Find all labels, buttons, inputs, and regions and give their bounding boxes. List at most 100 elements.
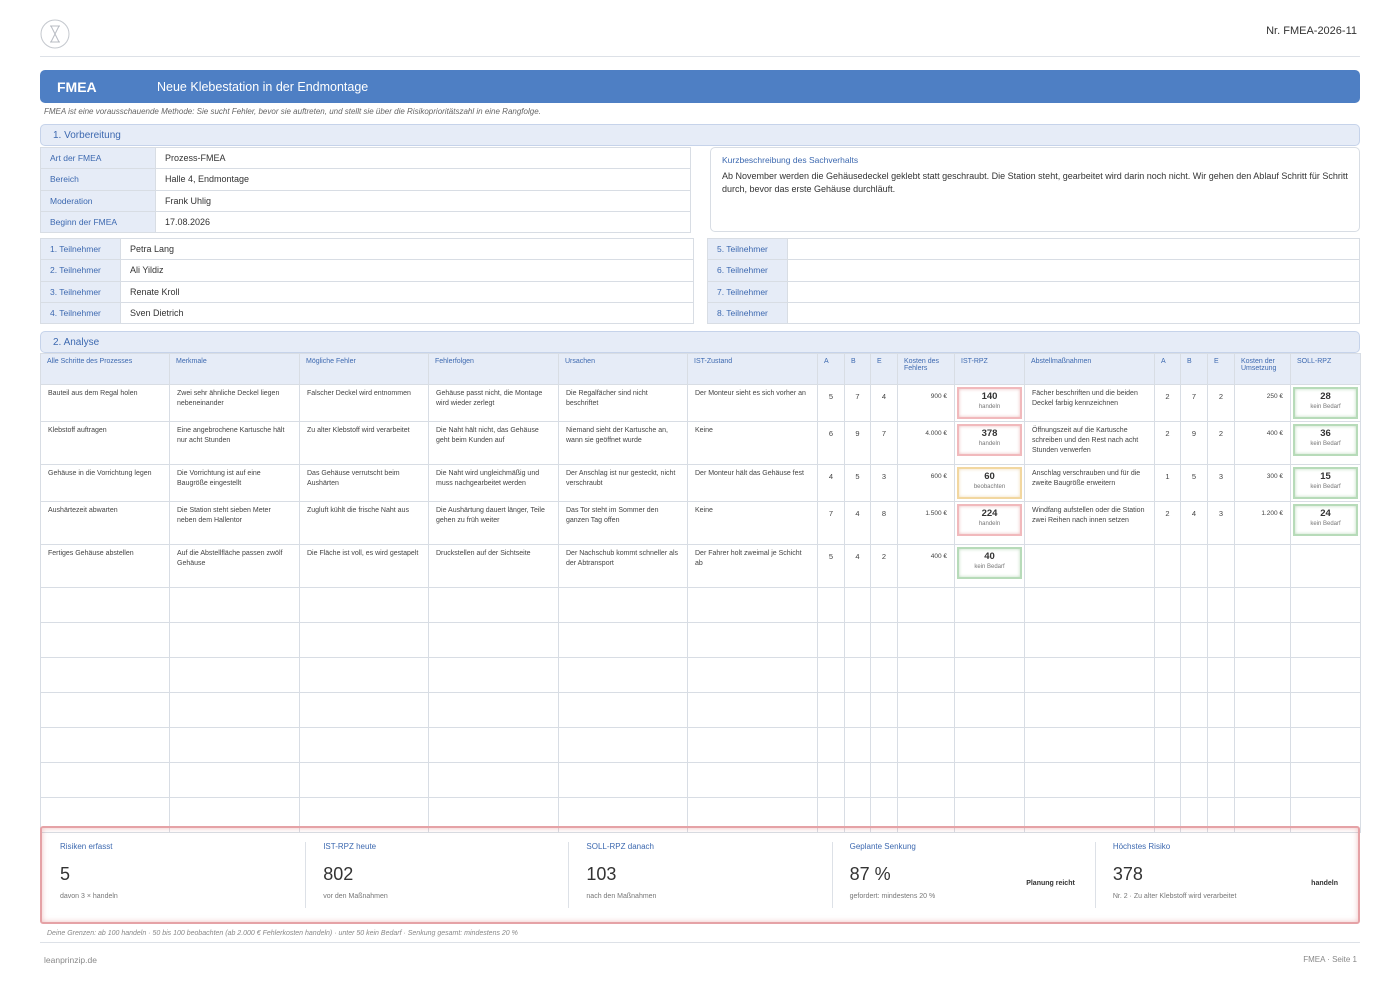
effect-cell[interactable]: Gehäuse passt nicht, die Montage wird wi… [428,384,559,422]
empty-cell[interactable] [897,622,955,658]
failure-cell[interactable]: Die Fläche ist voll, es wird gestapelt [299,544,429,588]
occurrence-after-cell[interactable]: 2 [1154,384,1181,422]
current-state-cell[interactable]: Keine [687,501,818,545]
severity-cell[interactable]: 5 [844,464,871,502]
effect-cell[interactable]: Die Naht wird ungleichmäßig und muss nac… [428,464,559,502]
empty-cell[interactable] [1290,727,1361,763]
feature-cell[interactable]: Die Station steht sieben Meter neben dem… [169,501,300,545]
occurrence-cell[interactable]: 5 [817,544,845,588]
empty-cell[interactable] [299,657,429,693]
detection-after-cell[interactable]: 3 [1207,501,1235,545]
empty-cell[interactable] [1234,762,1291,798]
empty-cell[interactable] [558,587,688,623]
severity-cell[interactable]: 4 [844,501,871,545]
empty-cell[interactable] [1024,762,1155,798]
participant-value[interactable]: Petra Lang [120,237,694,261]
empty-cell[interactable] [40,587,170,623]
empty-cell[interactable] [1024,587,1155,623]
empty-cell[interactable] [897,727,955,763]
empty-cell[interactable] [40,657,170,693]
empty-cell[interactable] [428,692,559,728]
empty-cell[interactable] [1234,657,1291,693]
step-cell[interactable]: Bauteil aus dem Regal holen [40,384,170,422]
empty-cell[interactable] [1024,692,1155,728]
soll-rpz-cell[interactable]: 24 kein Bedarf [1290,501,1361,545]
ist-rpz-cell[interactable]: 140 handeln [954,384,1025,422]
empty-cell[interactable] [1180,692,1208,728]
empty-cell[interactable] [954,587,1025,623]
empty-cell[interactable] [844,692,871,728]
empty-cell[interactable] [870,692,898,728]
detection-after-cell[interactable]: 3 [1207,464,1235,502]
implementation-cost-cell[interactable]: 250 € [1234,384,1291,422]
participant-value[interactable]: Sven Dietrich [120,301,694,325]
soll-rpz-cell[interactable]: 15 kein Bedarf [1290,464,1361,502]
empty-cell[interactable] [1207,762,1235,798]
occurrence-after-cell[interactable]: 2 [1154,501,1181,545]
empty-cell[interactable] [299,727,429,763]
effect-cell[interactable]: Die Aushärtung dauert länger, Teile gehe… [428,501,559,545]
detection-cell[interactable]: 8 [870,501,898,545]
cause-cell[interactable]: Der Anschlag ist nur gesteckt, nicht ver… [558,464,688,502]
empty-cell[interactable] [817,727,845,763]
empty-cell[interactable] [687,727,818,763]
cause-cell[interactable]: Das Tor steht im Sommer den ganzen Tag o… [558,501,688,545]
severity-after-cell[interactable] [1180,544,1208,588]
empty-cell[interactable] [1024,657,1155,693]
empty-cell[interactable] [954,762,1025,798]
detection-cell[interactable]: 7 [870,421,898,465]
empty-cell[interactable] [687,762,818,798]
empty-cell[interactable] [817,587,845,623]
occurrence-cell[interactable]: 6 [817,421,845,465]
detection-after-cell[interactable]: 2 [1207,421,1235,465]
detection-after-cell[interactable] [1207,544,1235,588]
empty-cell[interactable] [558,727,688,763]
empty-cell[interactable] [558,657,688,693]
severity-after-cell[interactable]: 9 [1180,421,1208,465]
empty-cell[interactable] [1180,587,1208,623]
description-box[interactable]: Kurzbeschreibung des Sachverhalts Ab Nov… [710,147,1360,232]
empty-cell[interactable] [954,622,1025,658]
empty-cell[interactable] [1024,622,1155,658]
empty-cell[interactable] [954,657,1025,693]
empty-cell[interactable] [1207,692,1235,728]
implementation-cost-cell[interactable]: 400 € [1234,421,1291,465]
participant-value[interactable] [787,301,1360,325]
empty-cell[interactable] [870,587,898,623]
empty-cell[interactable] [687,657,818,693]
prep-value[interactable]: Prozess-FMEA [155,146,691,170]
failure-cell[interactable]: Zugluft kühlt die frische Naht aus [299,501,429,545]
empty-cell[interactable] [897,762,955,798]
severity-after-cell[interactable]: 4 [1180,501,1208,545]
empty-cell[interactable] [1024,727,1155,763]
empty-cell[interactable] [428,622,559,658]
step-cell[interactable]: Fertiges Gehäuse abstellen [40,544,170,588]
failure-cost-cell[interactable]: 1.500 € [897,501,955,545]
severity-cell[interactable]: 4 [844,544,871,588]
empty-cell[interactable] [558,692,688,728]
empty-cell[interactable] [40,762,170,798]
detection-cell[interactable]: 4 [870,384,898,422]
empty-cell[interactable] [817,622,845,658]
empty-cell[interactable] [870,727,898,763]
empty-cell[interactable] [1180,762,1208,798]
failure-cost-cell[interactable]: 600 € [897,464,955,502]
empty-cell[interactable] [844,762,871,798]
detection-cell[interactable]: 2 [870,544,898,588]
failure-cell[interactable]: Falscher Deckel wird entnommen [299,384,429,422]
empty-cell[interactable] [954,727,1025,763]
ist-rpz-cell[interactable]: 60 beobachten [954,464,1025,502]
empty-cell[interactable] [40,622,170,658]
occurrence-cell[interactable]: 7 [817,501,845,545]
severity-after-cell[interactable]: 5 [1180,464,1208,502]
detection-cell[interactable]: 3 [870,464,898,502]
occurrence-cell[interactable]: 5 [817,384,845,422]
empty-cell[interactable] [844,622,871,658]
ist-rpz-cell[interactable]: 378 handeln [954,421,1025,465]
empty-cell[interactable] [817,762,845,798]
measure-cell[interactable]: Fächer beschriften und die beiden Deckel… [1024,384,1155,422]
severity-cell[interactable]: 7 [844,384,871,422]
empty-cell[interactable] [1290,692,1361,728]
measure-cell[interactable] [1024,544,1155,588]
ist-rpz-cell[interactable]: 40 kein Bedarf [954,544,1025,588]
